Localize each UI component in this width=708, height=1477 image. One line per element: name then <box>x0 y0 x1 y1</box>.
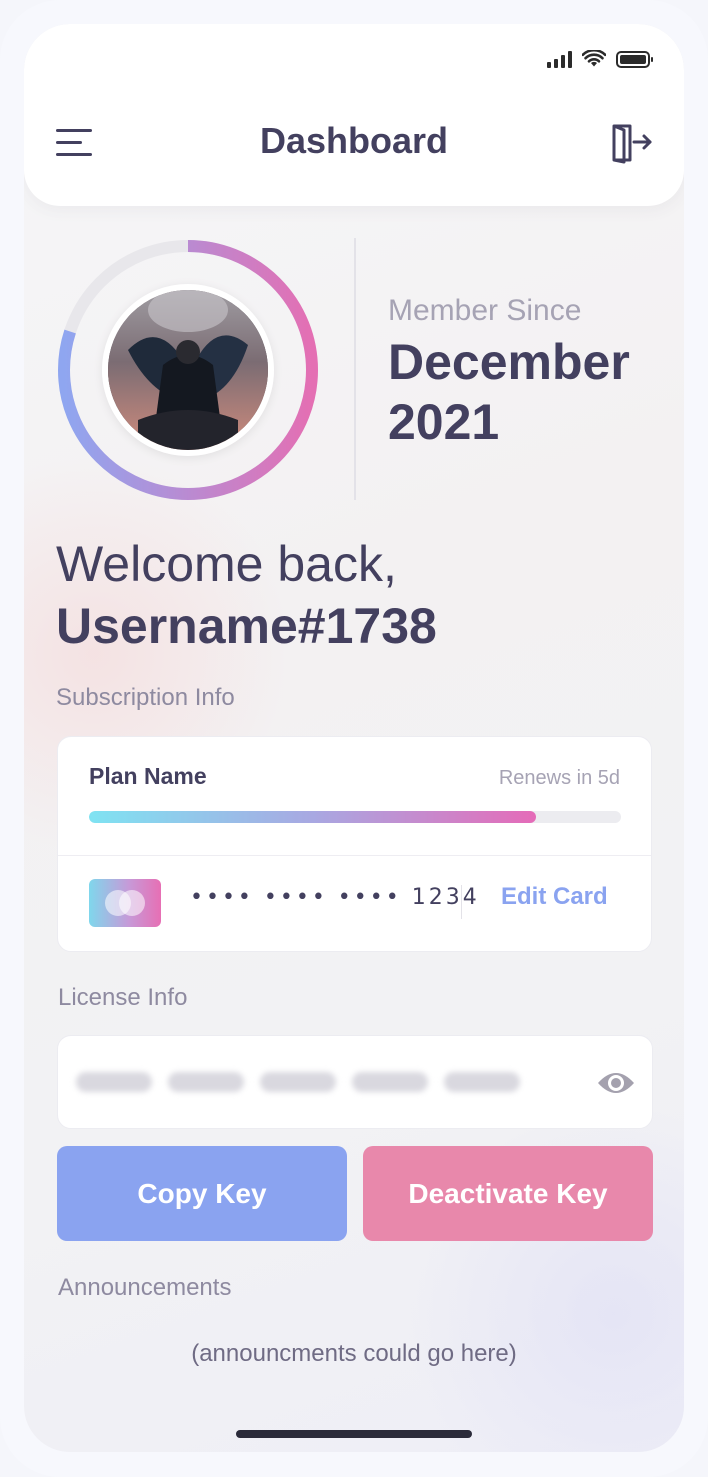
card-row-divider <box>461 885 462 919</box>
subscription-card: Plan Name Renews in 5d •••• •••• •••• 12… <box>57 736 652 952</box>
announcements-section-label: Announcements <box>58 1274 232 1301</box>
status-bar <box>547 50 653 68</box>
member-since-label: Member Since <box>388 294 582 327</box>
deactivate-key-button[interactable]: Deactivate Key <box>363 1146 653 1241</box>
logout-button[interactable] <box>610 122 654 164</box>
plan-name: Plan Name <box>89 763 207 789</box>
username: Username#1738 <box>56 598 437 654</box>
profile-ring <box>54 236 322 504</box>
avatar-image <box>108 290 268 450</box>
subscription-section-label: Subscription Info <box>56 684 235 711</box>
page-title: Dashboard <box>259 120 449 161</box>
copy-key-button[interactable]: Copy Key <box>57 1146 347 1241</box>
app-header: Dashboard <box>24 24 684 206</box>
renewal-progress-bar <box>89 811 621 823</box>
avatar[interactable] <box>102 284 274 456</box>
welcome-text: Welcome back, <box>56 536 397 592</box>
license-section-label: License Info <box>58 984 188 1011</box>
member-since-date: December 2021 <box>388 334 630 450</box>
renewal-progress-fill <box>89 811 536 823</box>
announcements-placeholder: (announcments could go here) <box>191 1340 517 1367</box>
license-key-field[interactable] <box>57 1035 653 1129</box>
logout-icon <box>612 124 652 164</box>
credit-card-icon <box>89 879 161 927</box>
wifi-icon <box>582 50 606 67</box>
home-indicator[interactable] <box>236 1430 472 1438</box>
battery-icon <box>616 50 653 68</box>
edit-card-button[interactable]: Edit Card <box>501 883 608 911</box>
card-divider <box>58 855 651 856</box>
cellular-signal-icon <box>547 50 572 68</box>
eye-icon <box>598 1073 634 1093</box>
renewal-text: Renews in 5d <box>498 767 620 789</box>
reveal-key-button[interactable] <box>596 1066 636 1100</box>
card-number: •••• •••• •••• 1234 <box>190 885 480 910</box>
profile-divider <box>354 238 356 500</box>
license-key-hidden <box>76 1072 520 1092</box>
phone-screen: Dashboard Member Since December 2021 Wel… <box>24 24 684 1452</box>
